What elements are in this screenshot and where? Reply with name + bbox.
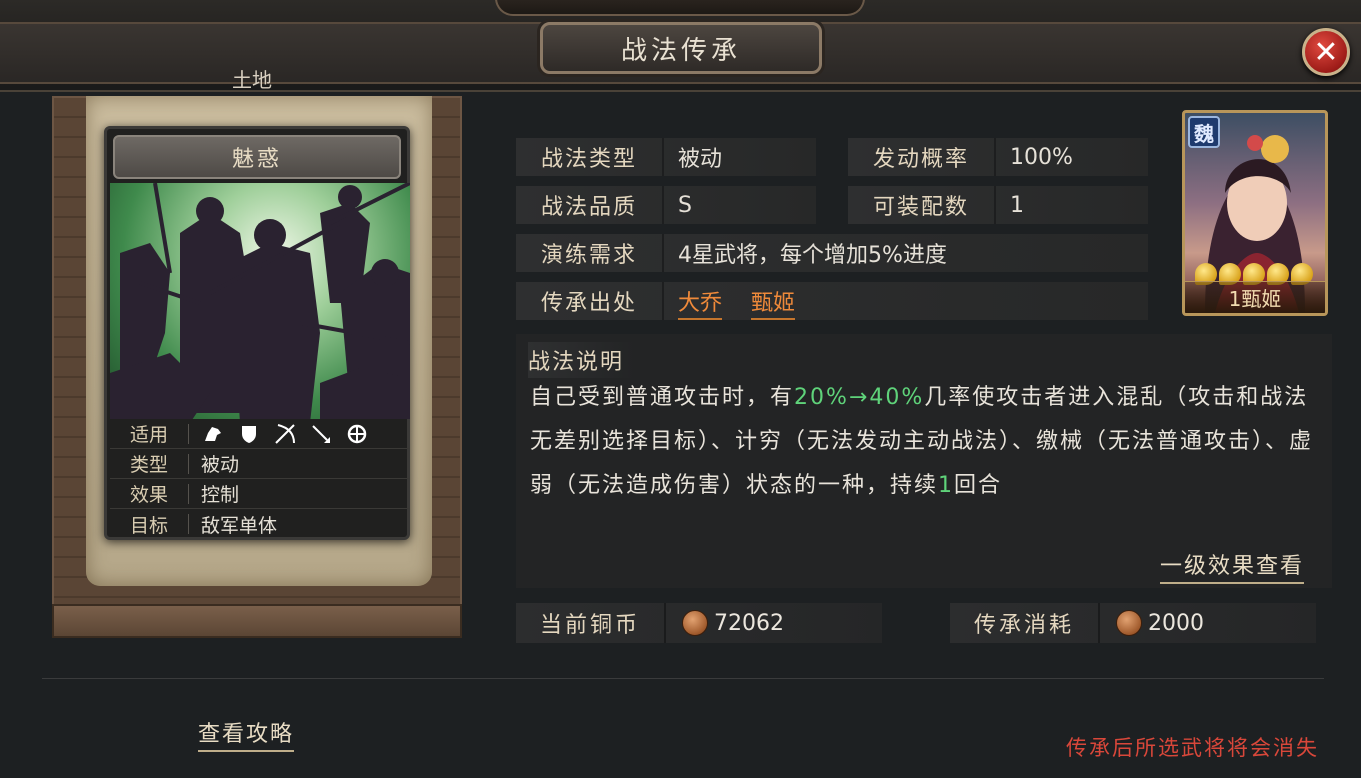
current-coins-value: 72062 bbox=[714, 610, 784, 636]
info-label: 战法品质 bbox=[516, 186, 664, 224]
copper-coin-icon bbox=[682, 610, 708, 636]
attr-value: 控制 bbox=[201, 484, 240, 506]
probability-highlight: 20%→40% bbox=[794, 385, 925, 410]
info-value: 4星武将，每个增加5%进度 bbox=[678, 243, 947, 268]
skill-name: 魅惑 bbox=[113, 135, 401, 179]
info-row-drill: 演练需求 4星武将，每个增加5%进度 bbox=[516, 234, 1148, 272]
info-value: 被动 bbox=[678, 147, 723, 172]
info-row-slots: 可装配数 1 bbox=[848, 186, 1148, 224]
troop-types bbox=[201, 422, 369, 446]
attr-label: 效果 bbox=[129, 484, 168, 506]
duration-highlight: 1 bbox=[938, 473, 955, 498]
info-label: 战法类型 bbox=[516, 138, 664, 176]
info-label: 可装配数 bbox=[848, 186, 996, 224]
attr-value: 被动 bbox=[201, 454, 240, 476]
description-part: 自己受到普通攻击时，有 bbox=[530, 385, 795, 410]
skill-description-panel: 战法说明 自己受到普通攻击时，有20%→40%几率使攻击者进入混乱（攻击和战法无… bbox=[516, 334, 1332, 588]
source-link-zhenji[interactable]: 甄姬 bbox=[751, 291, 796, 320]
info-value: S bbox=[678, 192, 692, 218]
inherit-warning: 传承后所选武将将会消失 bbox=[1066, 736, 1319, 760]
spear-icon bbox=[309, 422, 333, 446]
general-portrait[interactable]: 魏 1甄姬 bbox=[1182, 110, 1328, 316]
info-row-quality: 战法品质 S bbox=[516, 186, 816, 224]
top-tab-decoration bbox=[495, 0, 865, 16]
attr-value: 敌军单体 bbox=[201, 514, 278, 537]
warriors-silhouette bbox=[110, 183, 410, 419]
close-icon: ✕ bbox=[1313, 34, 1339, 70]
description-text: 自己受到普通攻击时，有20%→40%几率使攻击者进入混乱（攻击和战法无差别选择目… bbox=[530, 376, 1320, 508]
inherit-cost-label: 传承消耗 bbox=[950, 603, 1100, 643]
current-coins-row: 当前铜币 72062 bbox=[516, 603, 882, 643]
scroll-roller bbox=[52, 604, 462, 638]
skill-card: 魅惑 适用 类型 被动 效果 控制 目标 敌军单体 bbox=[104, 126, 410, 540]
attr-label: 类型 bbox=[129, 454, 168, 476]
level1-effect-link[interactable]: 一级效果查看 bbox=[1159, 548, 1304, 584]
info-row-source: 传承出处 大乔 甄姬 bbox=[516, 282, 1148, 320]
info-value: 1 bbox=[1010, 192, 1024, 218]
copper-coin-icon bbox=[1116, 610, 1142, 636]
info-row-type: 战法类型 被动 bbox=[516, 138, 816, 176]
inherit-cost-row: 传承消耗 2000 bbox=[950, 603, 1316, 643]
skill-artwork bbox=[110, 183, 410, 419]
current-coins-label: 当前铜币 bbox=[516, 603, 666, 643]
attr-row-target: 目标 敌军单体 bbox=[110, 509, 410, 539]
siege-icon bbox=[345, 422, 369, 446]
attr-label: 目标 bbox=[129, 514, 168, 537]
description-part: 回合 bbox=[954, 473, 1003, 498]
cavalry-icon bbox=[201, 422, 225, 446]
faction-badge: 魏 bbox=[1188, 116, 1220, 148]
info-row-trigger: 发动概率 100% bbox=[848, 138, 1148, 176]
skill-attributes: 适用 类型 被动 效果 控制 目标 敌军单体 bbox=[110, 419, 410, 539]
land-label: 土地 bbox=[232, 68, 272, 92]
shield-icon bbox=[237, 422, 261, 446]
description-title: 战法说明 bbox=[528, 342, 635, 378]
info-value: 100% bbox=[1010, 144, 1073, 170]
page-title: 战法传承 bbox=[540, 22, 822, 74]
info-label: 发动概率 bbox=[848, 138, 996, 176]
general-name: 1甄姬 bbox=[1185, 281, 1325, 313]
archer-icon bbox=[273, 422, 297, 446]
attr-label: 适用 bbox=[129, 424, 168, 446]
source-link-daqiao[interactable]: 大乔 bbox=[678, 291, 723, 320]
info-label: 演练需求 bbox=[516, 234, 664, 272]
close-button[interactable]: ✕ bbox=[1302, 28, 1350, 76]
info-label: 传承出处 bbox=[516, 282, 664, 320]
divider bbox=[42, 678, 1324, 679]
attr-row-effect: 效果 控制 bbox=[110, 479, 410, 509]
view-guide-link[interactable]: 查看攻略 bbox=[198, 716, 295, 752]
source-links: 大乔 甄姬 bbox=[664, 285, 817, 320]
inherit-cost-value: 2000 bbox=[1148, 610, 1204, 636]
attr-row-type: 类型 被动 bbox=[110, 449, 410, 479]
attr-row-applicable: 适用 bbox=[110, 419, 410, 449]
